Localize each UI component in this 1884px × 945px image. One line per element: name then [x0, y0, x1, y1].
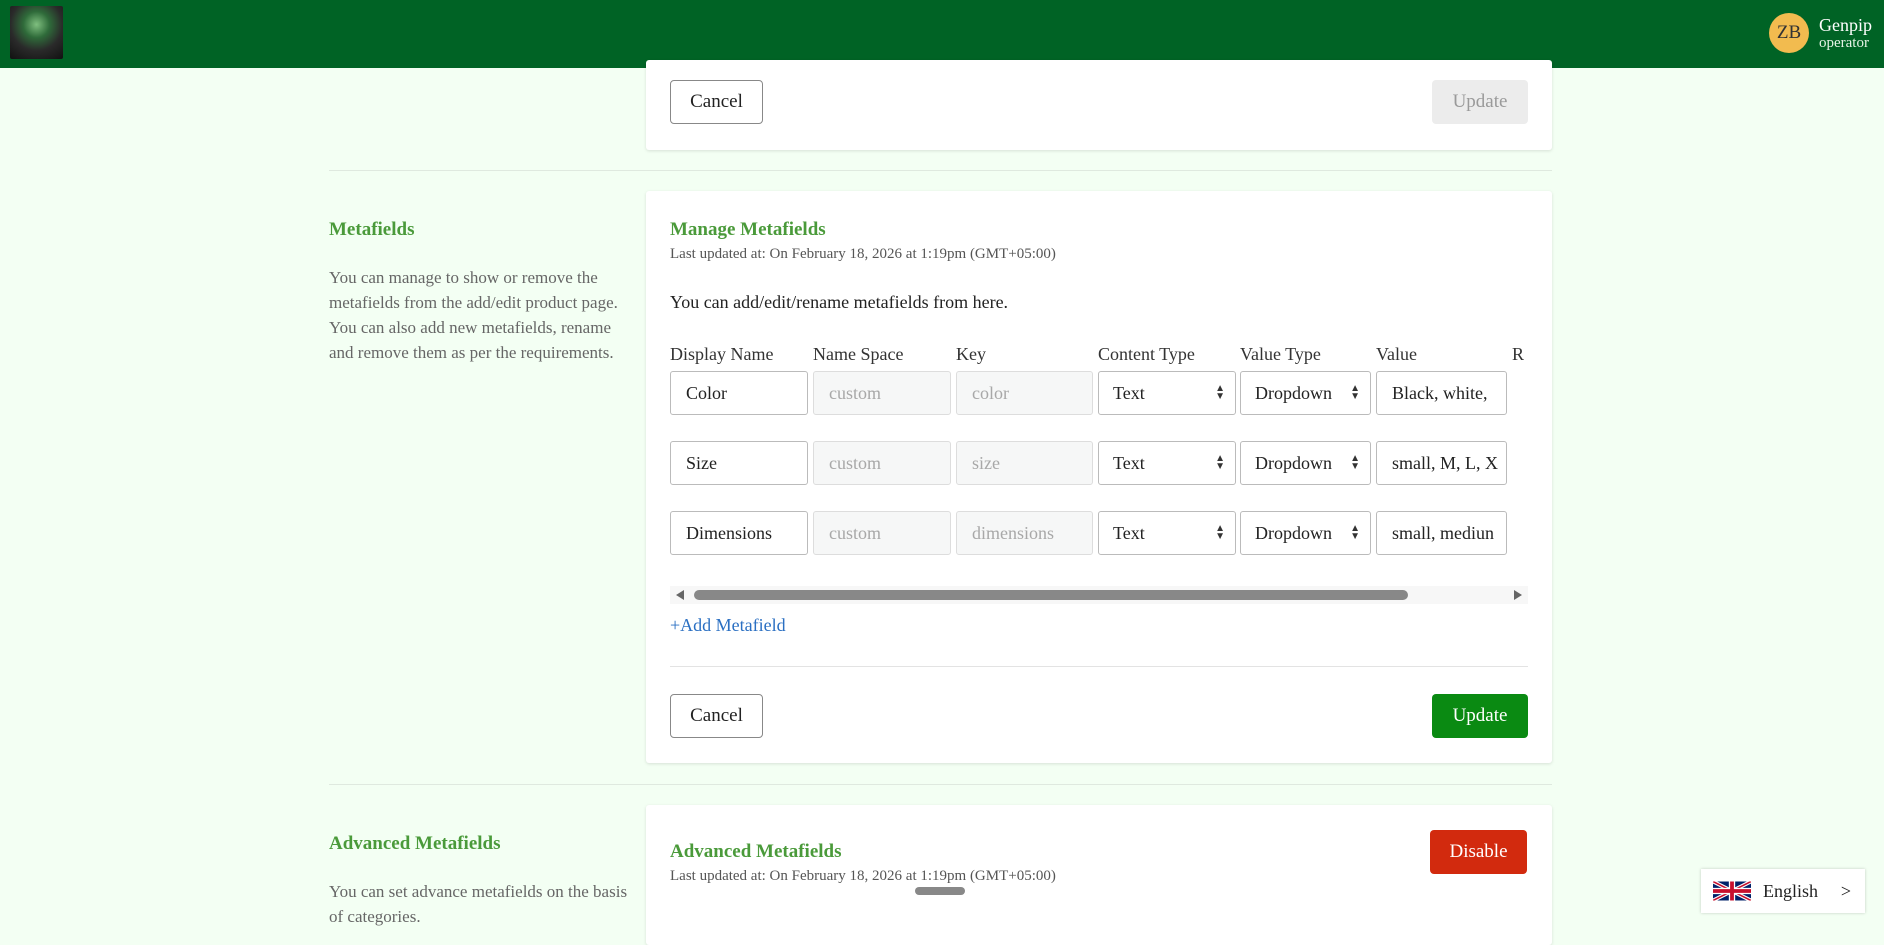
user-menu[interactable]: ZB Genpip operator [1769, 13, 1872, 53]
uk-flag-icon [1713, 881, 1751, 901]
column-header-namespace: Name Space [813, 344, 904, 364]
last-updated: Last updated at: On February 18, 2026 at… [670, 868, 1056, 884]
column-header-value: Value [1376, 344, 1417, 364]
update-button[interactable]: Update [1432, 694, 1528, 738]
intro-text: You can add/edit/rename metafields from … [670, 292, 1009, 312]
column-header-key: Key [956, 344, 986, 364]
language-label: English [1763, 880, 1819, 901]
select-caret-icon: ▲ ▼ [1215, 523, 1225, 542]
select-caret-icon: ▲ ▼ [1215, 383, 1225, 402]
content-type-select[interactable]: Text ▲ ▼ [1098, 371, 1236, 415]
content-type-value: Text [1113, 522, 1145, 543]
content-type-value: Text [1113, 382, 1145, 403]
advanced-metafields-section-title: Advanced Metafields [329, 833, 501, 854]
scroll-left-icon[interactable] [676, 590, 684, 600]
scrollbar-thumb[interactable] [694, 590, 1408, 600]
namespace-input: custom [813, 371, 951, 415]
metafields-section-description: You can manage to show or remove the met… [329, 268, 618, 362]
value-type-value: Dropdown [1255, 452, 1332, 473]
section-divider [329, 170, 1552, 171]
value-type-select[interactable]: Dropdown ▲ ▼ [1240, 441, 1371, 485]
previous-settings-card: Cancel Update [646, 60, 1552, 150]
drag-handle[interactable] [915, 887, 965, 895]
select-caret-icon: ▲ ▼ [1350, 383, 1360, 402]
scroll-right-icon[interactable] [1514, 590, 1522, 600]
add-metafield-link[interactable]: +Add Metafield [670, 615, 786, 636]
user-avatar[interactable]: ZB [1769, 13, 1809, 53]
chevron-right-icon: > [1840, 881, 1851, 901]
card-title: Manage Metafields [670, 219, 826, 240]
column-header-remove: R [1512, 344, 1525, 364]
column-header-value-type: Value Type [1240, 344, 1321, 364]
value-type-select[interactable]: Dropdown ▲ ▼ [1240, 371, 1371, 415]
content-type-value: Text [1113, 452, 1145, 473]
display-name-input[interactable]: Dimensions [670, 511, 808, 555]
value-input[interactable]: small, M, L, X [1376, 441, 1507, 485]
update-button-disabled[interactable]: Update [1432, 80, 1528, 124]
select-caret-icon: ▲ ▼ [1350, 453, 1360, 472]
content-type-select[interactable]: Text ▲ ▼ [1098, 441, 1236, 485]
display-name-input[interactable]: Color [670, 371, 808, 415]
user-info: Genpip operator [1819, 15, 1872, 52]
cancel-button[interactable]: Cancel [670, 80, 763, 124]
section-divider [329, 784, 1552, 785]
top-bar: ZB Genpip operator [0, 0, 1884, 68]
column-header-content-type: Content Type [1098, 344, 1195, 364]
last-updated: Last updated at: On February 18, 2026 at… [670, 246, 1056, 262]
namespace-input: custom [813, 511, 951, 555]
metafields-section-title: Metafields [329, 219, 415, 240]
select-caret-icon: ▲ ▼ [1350, 523, 1360, 542]
content-type-select[interactable]: Text ▲ ▼ [1098, 511, 1236, 555]
user-name: Genpip [1819, 14, 1872, 35]
language-selector[interactable]: English > [1701, 869, 1865, 913]
advanced-metafields-section-description: You can set advance metafields on the ba… [329, 882, 628, 926]
value-type-select[interactable]: Dropdown ▲ ▼ [1240, 511, 1371, 555]
cancel-button[interactable]: Cancel [670, 694, 763, 738]
disable-button[interactable]: Disable [1430, 830, 1527, 874]
column-header-display-name: Display Name [670, 344, 774, 364]
key-input: dimensions [956, 511, 1093, 555]
select-caret-icon: ▲ ▼ [1215, 453, 1225, 472]
manage-metafields-card: Manage Metafields Last updated at: On Fe… [646, 191, 1552, 763]
value-type-value: Dropdown [1255, 522, 1332, 543]
brand-logo[interactable] [10, 6, 63, 59]
key-input: color [956, 371, 1093, 415]
value-input[interactable]: small, mediun [1376, 511, 1507, 555]
key-input: size [956, 441, 1093, 485]
card-divider [670, 666, 1528, 667]
horizontal-scrollbar[interactable] [670, 586, 1528, 604]
card-title: Advanced Metafields [670, 841, 842, 862]
namespace-input: custom [813, 441, 951, 485]
advanced-metafields-card: Advanced Metafields Last updated at: On … [646, 805, 1552, 945]
value-type-value: Dropdown [1255, 382, 1332, 403]
user-role: operator [1819, 34, 1869, 51]
display-name-input[interactable]: Size [670, 441, 808, 485]
value-input[interactable]: Black, white, [1376, 371, 1507, 415]
